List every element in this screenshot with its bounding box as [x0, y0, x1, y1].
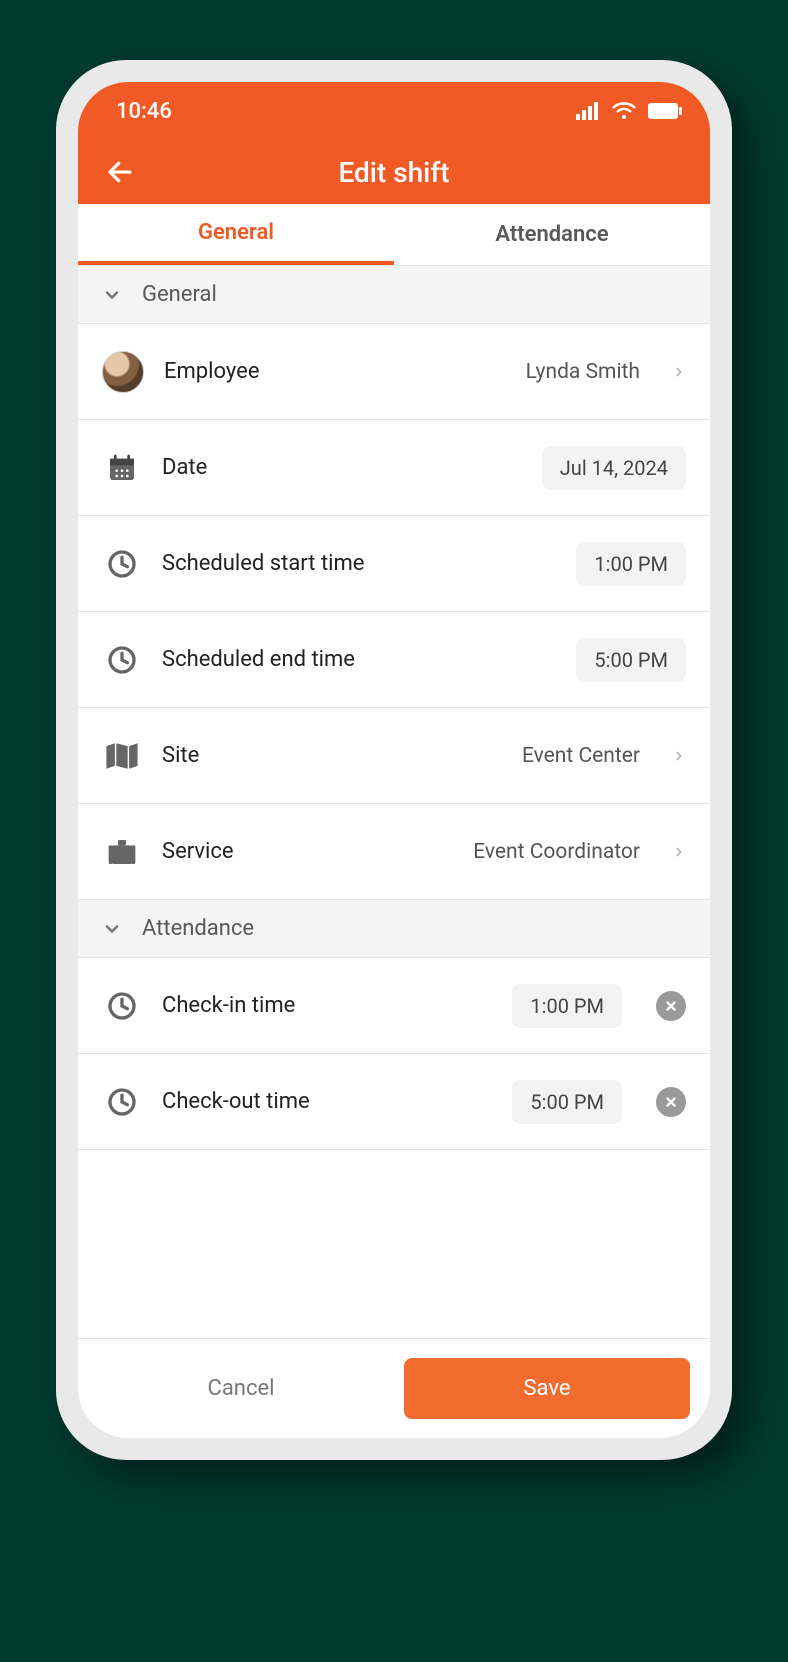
clock-icon [102, 986, 142, 1026]
close-icon [664, 999, 678, 1013]
section-title: Attendance [142, 916, 254, 941]
back-button[interactable] [100, 152, 140, 192]
checkout-time-pill[interactable]: 5:00 PM [512, 1080, 622, 1124]
clock-icon [102, 1082, 142, 1122]
cancel-button[interactable]: Cancel [98, 1376, 384, 1401]
briefcase-icon [102, 832, 142, 872]
row-label: Scheduled start time [162, 551, 364, 576]
status-bar: 10:46 [78, 82, 710, 140]
signal-icon [576, 102, 600, 120]
row-date[interactable]: Date Jul 14, 2024 [78, 420, 710, 516]
clock-icon [102, 640, 142, 680]
arrow-left-icon [105, 157, 135, 187]
status-time: 10:46 [116, 99, 172, 124]
chevron-down-icon [102, 919, 122, 939]
row-check-out[interactable]: Check-out time 5:00 PM [78, 1054, 710, 1150]
chevron-right-icon [672, 745, 686, 767]
row-site[interactable]: Site Event Center [78, 708, 710, 804]
close-icon [664, 1095, 678, 1109]
tab-general[interactable]: General [78, 204, 394, 265]
chevron-right-icon [672, 841, 686, 863]
row-label: Employee [164, 359, 260, 384]
end-time-pill[interactable]: 5:00 PM [576, 638, 686, 682]
row-label: Check-out time [162, 1089, 310, 1114]
nav-bar: Edit shift [78, 140, 710, 204]
row-value: Event Center [522, 744, 640, 768]
section-header-general[interactable]: General [78, 266, 710, 324]
tab-attendance[interactable]: Attendance [394, 204, 710, 265]
content-scroll[interactable]: General Employee Lynda Smith Date Jul 14… [78, 266, 710, 1338]
date-value-pill[interactable]: Jul 14, 2024 [542, 446, 686, 490]
start-time-pill[interactable]: 1:00 PM [576, 542, 686, 586]
clock-icon [102, 544, 142, 584]
row-value: Lynda Smith [526, 360, 640, 384]
row-scheduled-end[interactable]: Scheduled end time 5:00 PM [78, 612, 710, 708]
row-label: Date [162, 455, 207, 480]
checkin-time-pill[interactable]: 1:00 PM [512, 984, 622, 1028]
chevron-right-icon [672, 361, 686, 383]
tab-bar: General Attendance [78, 204, 710, 266]
clear-checkin-button[interactable] [656, 991, 686, 1021]
clear-checkout-button[interactable] [656, 1087, 686, 1117]
row-label: Site [162, 743, 199, 768]
status-icons [576, 102, 682, 120]
footer-actions: Cancel Save [78, 1338, 710, 1438]
map-icon [102, 736, 142, 776]
calendar-icon [102, 448, 142, 488]
row-label: Service [162, 839, 234, 864]
row-service[interactable]: Service Event Coordinator [78, 804, 710, 900]
row-label: Scheduled end time [162, 647, 355, 672]
row-scheduled-start[interactable]: Scheduled start time 1:00 PM [78, 516, 710, 612]
page-title: Edit shift [338, 156, 449, 189]
save-button[interactable]: Save [404, 1358, 690, 1419]
row-check-in[interactable]: Check-in time 1:00 PM [78, 958, 710, 1054]
row-label: Check-in time [162, 993, 295, 1018]
section-header-attendance[interactable]: Attendance [78, 900, 710, 958]
row-value: Event Coordinator [473, 840, 640, 864]
section-title: General [142, 282, 217, 307]
chevron-down-icon [102, 285, 122, 305]
phone-frame: 10:46 Edit shift General A [56, 60, 732, 1460]
wifi-icon [612, 102, 636, 120]
avatar [102, 351, 144, 393]
screen: 10:46 Edit shift General A [78, 82, 710, 1438]
row-employee[interactable]: Employee Lynda Smith [78, 324, 710, 420]
battery-icon [648, 103, 682, 119]
